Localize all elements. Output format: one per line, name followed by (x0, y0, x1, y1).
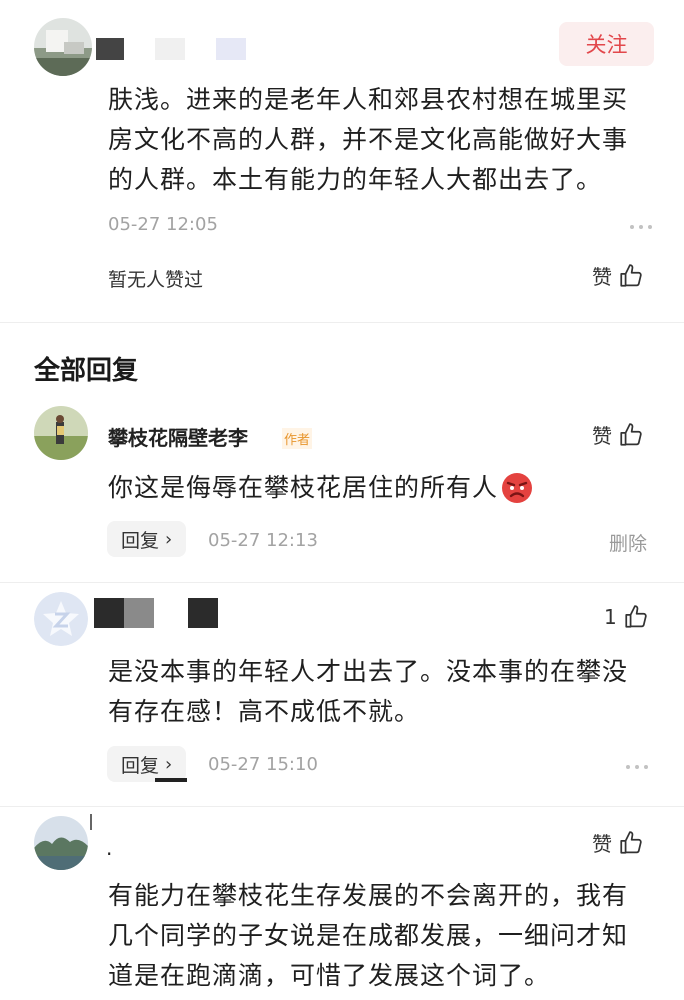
avatar[interactable] (34, 406, 88, 460)
delete-button[interactable]: 删除 (609, 529, 647, 556)
thumbs-up-icon (620, 263, 642, 287)
likes-summary: 暂无人赞过 (108, 269, 204, 291)
like-count: 1 (604, 605, 617, 629)
divider (0, 806, 684, 807)
section-title: 全部回复 (34, 356, 139, 386)
comment-text: 肤浅。进来的是老年人和郊县农村想在城里买 房文化不高的人群，并不是文化高能做好大… (108, 85, 629, 194)
author-badge: 作者 (282, 428, 313, 449)
follow-button[interactable]: 关注 (559, 22, 654, 66)
reply-text: 你这是侮辱在攀枝花居住的所有人 (108, 468, 534, 508)
like-label: 赞 (592, 265, 612, 289)
reply-label: 回复 (121, 529, 160, 552)
thumbs-up-icon (620, 422, 642, 446)
more-dots-icon[interactable] (626, 765, 648, 769)
divider (0, 322, 684, 323)
timestamp: 05-27 12:05 (108, 214, 218, 235)
more-dots-icon[interactable] (630, 225, 652, 229)
like-button[interactable]: 1 (604, 604, 649, 630)
thumbs-up-icon (620, 830, 642, 854)
like-label: 赞 (592, 424, 612, 448)
reply-text: 是没本事的年轻人才出去了。没本事的在攀没 有存在感！高不成低不就。 (108, 657, 629, 726)
like-label: 赞 (592, 832, 612, 856)
like-button[interactable]: 赞 (592, 420, 644, 449)
timestamp: 05-27 15:10 (208, 754, 318, 775)
timestamp: 05-27 12:13 (208, 530, 318, 551)
avatar[interactable] (34, 816, 88, 870)
like-button[interactable]: 赞 (592, 828, 644, 857)
username[interactable]: 攀枝花隔壁老李 (108, 422, 248, 451)
avatar[interactable] (34, 592, 88, 646)
name-marker (90, 814, 92, 830)
chevron-right-icon: › (165, 528, 173, 550)
divider (0, 582, 684, 583)
reply-text: 有能力在攀枝花生存发展的不会离开的，我有 几个同学的子女说是在成都发展，一细问才… (108, 881, 629, 990)
angry-emoji (502, 473, 533, 503)
avatar[interactable] (34, 18, 92, 76)
reply-label: 回复 (121, 754, 160, 777)
chevron-right-icon: › (165, 753, 173, 775)
username[interactable]: . (106, 836, 112, 860)
follow-label: 关注 (585, 33, 628, 57)
like-button[interactable]: 赞 (592, 261, 644, 290)
reply-button[interactable]: 回复 › (107, 746, 187, 782)
reply-button[interactable]: 回复 › (107, 521, 187, 557)
reply-underline (155, 778, 187, 782)
thumbs-up-icon (625, 605, 647, 628)
